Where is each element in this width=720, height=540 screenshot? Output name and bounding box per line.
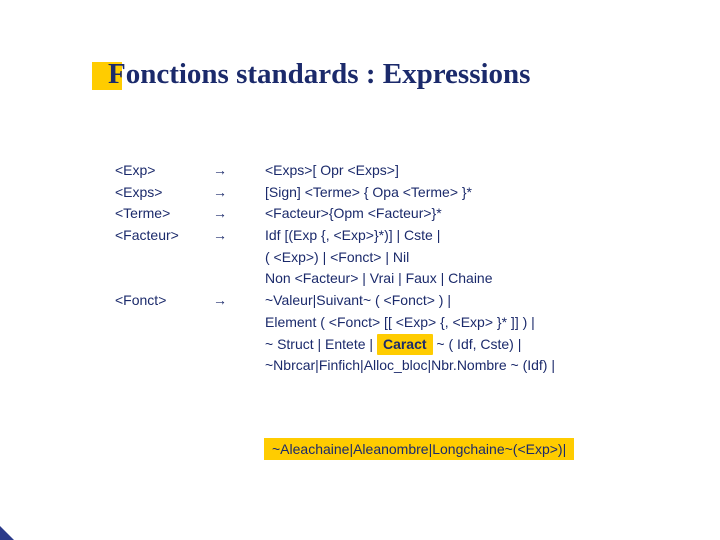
arrow-cell: [213, 312, 265, 334]
lhs-cell: [115, 268, 213, 290]
struct-suffix: ~ ( Idf, Cste) |: [433, 336, 522, 352]
lhs-cell: <Fonct>: [115, 290, 213, 312]
lhs-cell: <Terme>: [115, 203, 213, 225]
arrow-cell: [213, 247, 265, 269]
lhs-cell: [115, 312, 213, 334]
rhs-cell: <Facteur>{Opm <Facteur>}*: [265, 203, 678, 225]
rhs-cell: ~Nbrcar|Finfich|Alloc_bloc|Nbr.Nombre ~ …: [265, 355, 678, 377]
rhs-cell: [Sign] <Terme> { Opa <Terme> }*: [265, 182, 678, 204]
rhs-cell: Element ( <Fonct> [[ <Exp> {, <Exp> }* ]…: [265, 312, 678, 334]
bottom-highlight-line: ~Aleachaine|Aleanombre|Longchaine~(<Exp>…: [264, 438, 574, 460]
arrow-cell: [213, 268, 265, 290]
lhs-cell: <Exp>: [115, 160, 213, 182]
caract-highlight: Caract: [377, 334, 433, 356]
rhs-cell: Non <Facteur> | Vrai | Faux | Chaine: [265, 268, 678, 290]
struct-prefix: ~ Struct | Entete |: [265, 336, 377, 352]
rhs-cell: Idf [(Exp {, <Exp>}*)] | Cste |: [265, 225, 678, 247]
arrow-cell: →: [213, 160, 265, 182]
arrow-cell: [213, 355, 265, 377]
arrow-cell: →: [213, 225, 265, 247]
arrow-cell: →: [213, 182, 265, 204]
rhs-cell: ~Valeur|Suivant~ ( <Fonct> ) |: [265, 290, 678, 312]
grammar-grid: <Exp> → <Exps>[ Opr <Exps>] <Exps> → [Si…: [115, 160, 678, 377]
lhs-cell: <Exps>: [115, 182, 213, 204]
arrow-cell: →: [213, 290, 265, 312]
lhs-cell: [115, 355, 213, 377]
arrow-cell: [213, 334, 265, 356]
lhs-cell: [115, 334, 213, 356]
slide-title: Fonctions standards : Expressions: [108, 58, 530, 91]
arrow-cell: →: [213, 203, 265, 225]
lhs-cell: [115, 247, 213, 269]
struct-line: ~ Struct | Entete | Caract ~ ( Idf, Cste…: [265, 334, 678, 356]
rhs-cell: <Exps>[ Opr <Exps>]: [265, 160, 678, 182]
corner-accent-icon: [0, 526, 14, 540]
lhs-cell: <Facteur>: [115, 225, 213, 247]
rhs-cell: ( <Exp>) | <Fonct> | Nil: [265, 247, 678, 269]
